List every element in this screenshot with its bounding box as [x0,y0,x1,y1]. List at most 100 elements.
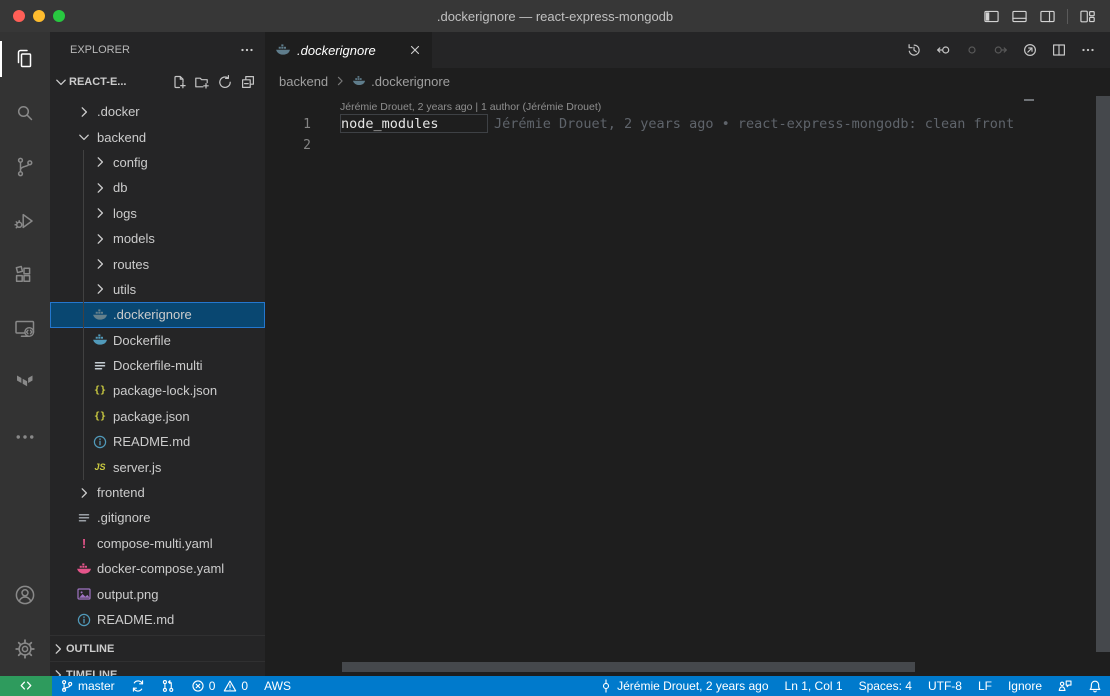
chevron-right-icon [76,104,92,120]
previous-change-icon [935,42,951,58]
status-item-eol[interactable]: LF [970,676,1000,696]
tree-item-readme-md[interactable]: README.md [50,607,265,632]
status-item-gitlens-blame[interactable]: Jérémie Drouet, 2 years ago [591,676,776,696]
breadcrumb-item-backend[interactable]: backend [279,74,328,89]
outline-section-header[interactable]: OUTLINE [50,635,265,661]
chevron-right-icon [92,180,108,196]
tree-item-label: README.md [113,434,190,449]
activity-item-terraform[interactable] [0,356,50,410]
breadcrumb-item--dockerignore[interactable]: .dockerignore [352,74,450,89]
js-icon: JS [92,462,108,472]
code-line-2[interactable]: 2 [265,135,1020,156]
timeline-section-header[interactable]: TIMELINE [50,661,265,676]
status-item-indentation[interactable]: Spaces: 4 [851,676,920,696]
zoom-window-button[interactable] [53,10,65,22]
tree-item-label: db [113,180,127,195]
minimize-window-button[interactable] [33,10,45,22]
collapse-all-icon[interactable] [240,74,256,90]
tab-dockerignore[interactable]: .dockerignore [265,32,432,68]
editor-action-split-editor[interactable] [1047,38,1071,62]
tree-item-label: config [113,155,148,170]
activity-item-search[interactable] [0,86,50,140]
tree-item-label: Dockerfile-multi [113,358,203,373]
status-item-problems[interactable]: 00 [183,676,256,696]
tree-item-backend[interactable]: backend [50,124,265,149]
layout-sidebar-right-icon[interactable] [1039,8,1056,25]
status-item-git-branch[interactable]: master [52,676,123,696]
activity-item-more[interactable] [0,410,50,464]
editor-action-open-changes[interactable] [1018,38,1042,62]
codelens-blame[interactable]: Jérémie Drouet, 2 years ago | 1 author (… [340,100,1020,114]
status-item-feedback[interactable] [1050,676,1080,696]
status-item-sync-changes[interactable] [123,676,153,696]
tree-item-frontend[interactable]: frontend [50,480,265,505]
editor-action-more-actions[interactable] [1076,38,1100,62]
activity-item-explorer[interactable] [0,32,50,86]
workbench: EXPLORER REACT-E... .dockerbackendconfig… [0,32,1110,676]
activity-item-settings[interactable] [0,622,50,676]
status-item-aws-profile[interactable]: AWS [256,676,299,696]
tree-item--gitignore[interactable]: .gitignore [50,505,265,530]
activity-item-source-control[interactable] [0,140,50,194]
activity-item-extensions[interactable] [0,248,50,302]
ellipsis-icon [1080,42,1096,58]
status-item-label: AWS [264,679,291,693]
minimap[interactable] [1020,94,1096,676]
chevron-right-icon [92,154,108,170]
terraform-icon [13,371,37,395]
feedback-icon [1058,679,1072,693]
activity-item-remote-explorer[interactable] [0,302,50,356]
tree-item-label: package.json [113,409,190,424]
close-window-button[interactable] [13,10,25,22]
braces-icon: {} [92,385,108,396]
status-item-language-mode[interactable]: Ignore [1000,676,1050,696]
files-icon [13,47,37,71]
branch-icon [60,679,74,693]
workspace-section-header[interactable]: REACT-E... [50,68,265,96]
vertical-scrollbar[interactable] [1096,96,1110,652]
exclaim-icon: ! [76,536,92,551]
new-folder-icon[interactable] [194,74,210,90]
braces-icon: {} [92,411,108,422]
tree-item-label: .dockerignore [113,307,192,322]
status-item-notifications[interactable] [1080,676,1110,696]
ellipsis-icon[interactable] [239,42,255,58]
activity-item-run-debug[interactable] [0,194,50,248]
tree-item-label: .gitignore [97,510,150,525]
line-content: node_modulesJérémie Drouet, 2 years ago … [340,114,1014,135]
tree-item--docker[interactable]: .docker [50,99,265,124]
error-icon [191,679,205,693]
account-icon [13,583,37,607]
editor-action-previous-change[interactable] [931,38,955,62]
tree-item-output-png[interactable]: output.png [50,581,265,606]
activity-bar [0,32,50,676]
tree-item-compose-multi-yaml[interactable]: !compose-multi.yaml [50,531,265,556]
commit-icon [599,679,613,693]
status-item-label: Ignore [1008,679,1042,693]
tree-item-label: Dockerfile [113,333,171,348]
editor-action-timeline-history[interactable] [902,38,926,62]
code-area[interactable]: Jérémie Drouet, 2 years ago | 1 author (… [265,100,1020,156]
code-line-1[interactable]: 1node_modulesJérémie Drouet, 2 years ago… [265,114,1020,135]
error-count: 0 [209,679,216,693]
status-item-cursor-position[interactable]: Ln 1, Col 1 [777,676,851,696]
status-item-remote-indicator[interactable] [0,676,52,696]
close-tab-icon[interactable] [408,43,422,57]
explorer-more-actions-icon[interactable] [239,42,255,58]
titlebar: .dockerignore — react-express-mongodb [0,0,1110,32]
new-file-icon[interactable] [171,74,187,90]
tree-item-docker-compose-yaml[interactable]: docker-compose.yaml [50,556,265,581]
status-item-gitlens-pull-requests[interactable] [153,676,183,696]
horizontal-scrollbar[interactable] [342,662,915,672]
editor-body[interactable]: Jérémie Drouet, 2 years ago | 1 author (… [265,94,1110,676]
activity-item-accounts[interactable] [0,568,50,622]
editor-action-next-change[interactable] [989,38,1013,62]
layout-panel-icon[interactable] [1011,8,1028,25]
layout-sidebar-left-icon[interactable] [983,8,1000,25]
editor-action-change-indicator[interactable] [960,38,984,62]
tree-item-label: .docker [97,104,140,119]
layout-customize-icon[interactable] [1079,8,1096,25]
refresh-icon[interactable] [217,74,233,90]
chevron-right-icon [92,231,108,247]
status-item-encoding[interactable]: UTF-8 [920,676,970,696]
